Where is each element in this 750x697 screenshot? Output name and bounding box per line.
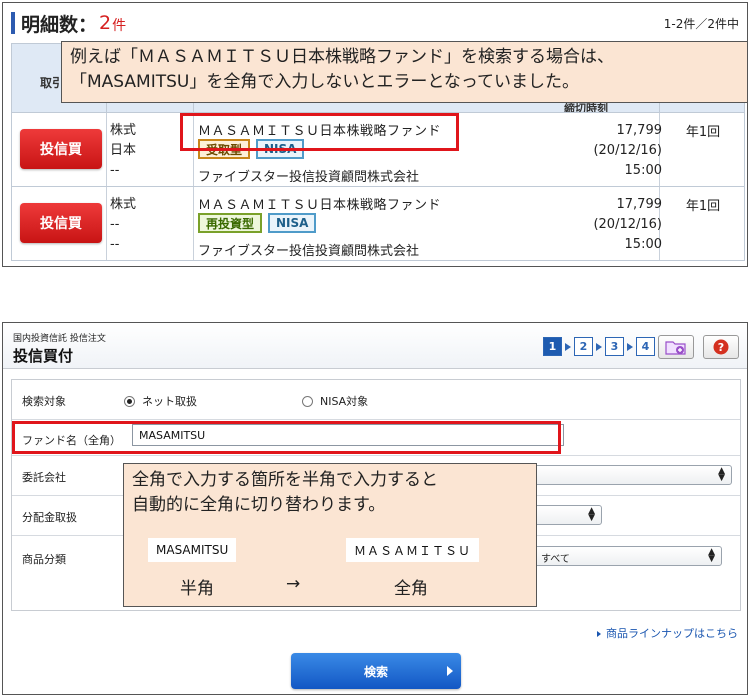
step-arrow-icon [627, 342, 633, 351]
chevron-right-icon [447, 666, 453, 676]
fund-badges: 再投資型 NISA [198, 213, 317, 233]
page-header: 国内投資信託 投信注文 投信買付 1 2 3 4 ? [3, 323, 747, 369]
label-search-target: 検索対象 [22, 395, 66, 408]
step-indicator: 1 2 3 4 [543, 337, 655, 356]
buy-fund-button[interactable]: 投信買 [20, 203, 102, 243]
distribution-frequency: 年1回 [685, 199, 721, 214]
fund-price: 17,799 (20/12/16) 15:00 [572, 121, 662, 181]
search-button[interactable]: 検索 [291, 653, 461, 689]
link-arrow-icon [597, 631, 601, 637]
full-width-example: ＭＡＳＡＭＩＴＳＵ [346, 538, 480, 562]
result-count-heading: 明細数： 2 件 [11, 11, 127, 36]
product-lineup-link[interactable]: 商品ラインナップはこちら [597, 625, 738, 641]
price-date: (20/12/16) [593, 143, 662, 158]
radio-unchecked-icon [302, 395, 313, 407]
count-value: 2 [99, 12, 112, 34]
badge-payout-type: 再投資型 [198, 213, 263, 233]
deadline-time: 15:00 [624, 163, 662, 178]
category-asset: 株式 [110, 197, 137, 212]
search-results-panel: 明細数： 2 件 1-2件／2件中 取引 締切時刻 投信買 株式 日本 -- Ｍ… [2, 2, 748, 267]
breadcrumb: 国内投資信託 投信注文 [13, 334, 106, 344]
fund-category: 株式 -- -- [110, 195, 136, 255]
step-1: 1 [543, 337, 562, 356]
step-arrow-icon [596, 342, 602, 351]
folder-add-icon [665, 341, 686, 355]
annotation-callout-after: 全角で入力する箇所を半角で入力すると 自動的に全角に切り替わります。 MASAM… [123, 463, 537, 607]
price-date: (20/12/16) [593, 217, 662, 232]
arrow-right-icon: → [286, 574, 301, 594]
result-range: 1-2件／2件中 [663, 17, 739, 31]
fund-name-link[interactable]: ＭＡＳＡＭＩＴＳＵ日本株戦略ファンド [198, 194, 441, 213]
question-icon: ? [713, 339, 729, 355]
select-caret-icon: ▲ ▼ [708, 547, 715, 564]
label-product-class: 商品分類 [22, 553, 66, 566]
step-3: 3 [605, 337, 624, 356]
product-class-value: すべて [541, 554, 570, 565]
fund-price: 17,799 (20/12/16) 15:00 [572, 195, 662, 255]
half-width-label: 半角 [180, 579, 214, 599]
heading-accent-bar [11, 12, 15, 34]
count-unit: 件 [112, 18, 127, 34]
callout-line: 全角で入力する箇所を半角で入力すると [132, 470, 438, 490]
fund-category: 株式 日本 -- [110, 121, 136, 181]
radio-nisa-label: NISA対象 [320, 395, 369, 408]
radio-checked-icon [124, 395, 135, 407]
deadline-time: 15:00 [624, 237, 662, 252]
select-caret-icon: ▲ ▼ [588, 506, 595, 523]
step-2: 2 [574, 337, 593, 356]
buy-fund-button[interactable]: 投信買 [20, 129, 102, 169]
svg-text:?: ? [718, 341, 724, 354]
callout-text: 全角で入力する箇所を半角で入力すると 自動的に全角に切り替わります。 [132, 468, 438, 518]
highlight-box-fund-name [180, 113, 459, 151]
highlight-box-fund-input [12, 421, 561, 454]
count-label: 明細数： [21, 13, 98, 36]
table-row: 投信買 株式 -- -- ＭＡＳＡＭＩＴＳＵ日本株戦略ファンド 再投資型 NIS… [11, 187, 745, 261]
cell-divider [193, 187, 194, 260]
radio-net-label: ネット取扱 [142, 395, 197, 408]
radio-nisa[interactable]: NISA対象 [302, 393, 368, 409]
step-4: 4 [636, 337, 655, 356]
distribution-frequency: 年1回 [685, 125, 721, 140]
page-title: 投信買付 [13, 347, 74, 365]
label-distribution: 分配金取扱 [22, 511, 77, 524]
callout-line: 「MASAMITSU」を全角で入力しないとエラーとなっていました。 [70, 72, 579, 92]
radio-net[interactable]: ネット取扱 [124, 393, 197, 409]
badge-nisa: NISA [268, 213, 317, 233]
price-value: 17,799 [616, 123, 663, 138]
search-button-label: 検索 [363, 664, 388, 679]
category-asset: 株式 [110, 123, 137, 138]
fund-company: ファイブスター投信投資顧問株式会社 [198, 170, 420, 185]
half-width-example: MASAMITSU [148, 538, 237, 562]
annotation-callout-before: 例えば「ＭＡＳＡＭＩＴＳＵ日本株戦略ファンド」を検索する場合は、 「MASAMI… [61, 41, 747, 103]
step-arrow-icon [565, 342, 571, 351]
callout-line: 例えば「ＭＡＳＡＭＩＴＳＵ日本株戦略ファンド」を検索する場合は、 [70, 47, 614, 67]
category-region: -- [110, 217, 120, 232]
price-value: 17,799 [616, 197, 663, 212]
category-sub: -- [110, 237, 120, 252]
full-width-label: 全角 [394, 579, 428, 599]
lineup-link-text: 商品ラインナップはこちら [606, 627, 738, 640]
label-company: 委託会社 [22, 471, 66, 484]
form-row-target: 検索対象 ネット取扱 NISA対象 [12, 380, 740, 420]
category-region: 日本 [110, 143, 137, 158]
cell-divider [106, 113, 107, 186]
add-folder-button[interactable] [658, 335, 694, 359]
fund-company: ファイブスター投信投資顧問株式会社 [198, 244, 420, 259]
select-caret-icon: ▲ ▼ [718, 466, 725, 483]
callout-line: 自動的に全角に切り替わります。 [132, 495, 386, 515]
category-sub: -- [110, 163, 120, 178]
cell-divider [106, 187, 107, 260]
help-button[interactable]: ? [703, 335, 739, 359]
